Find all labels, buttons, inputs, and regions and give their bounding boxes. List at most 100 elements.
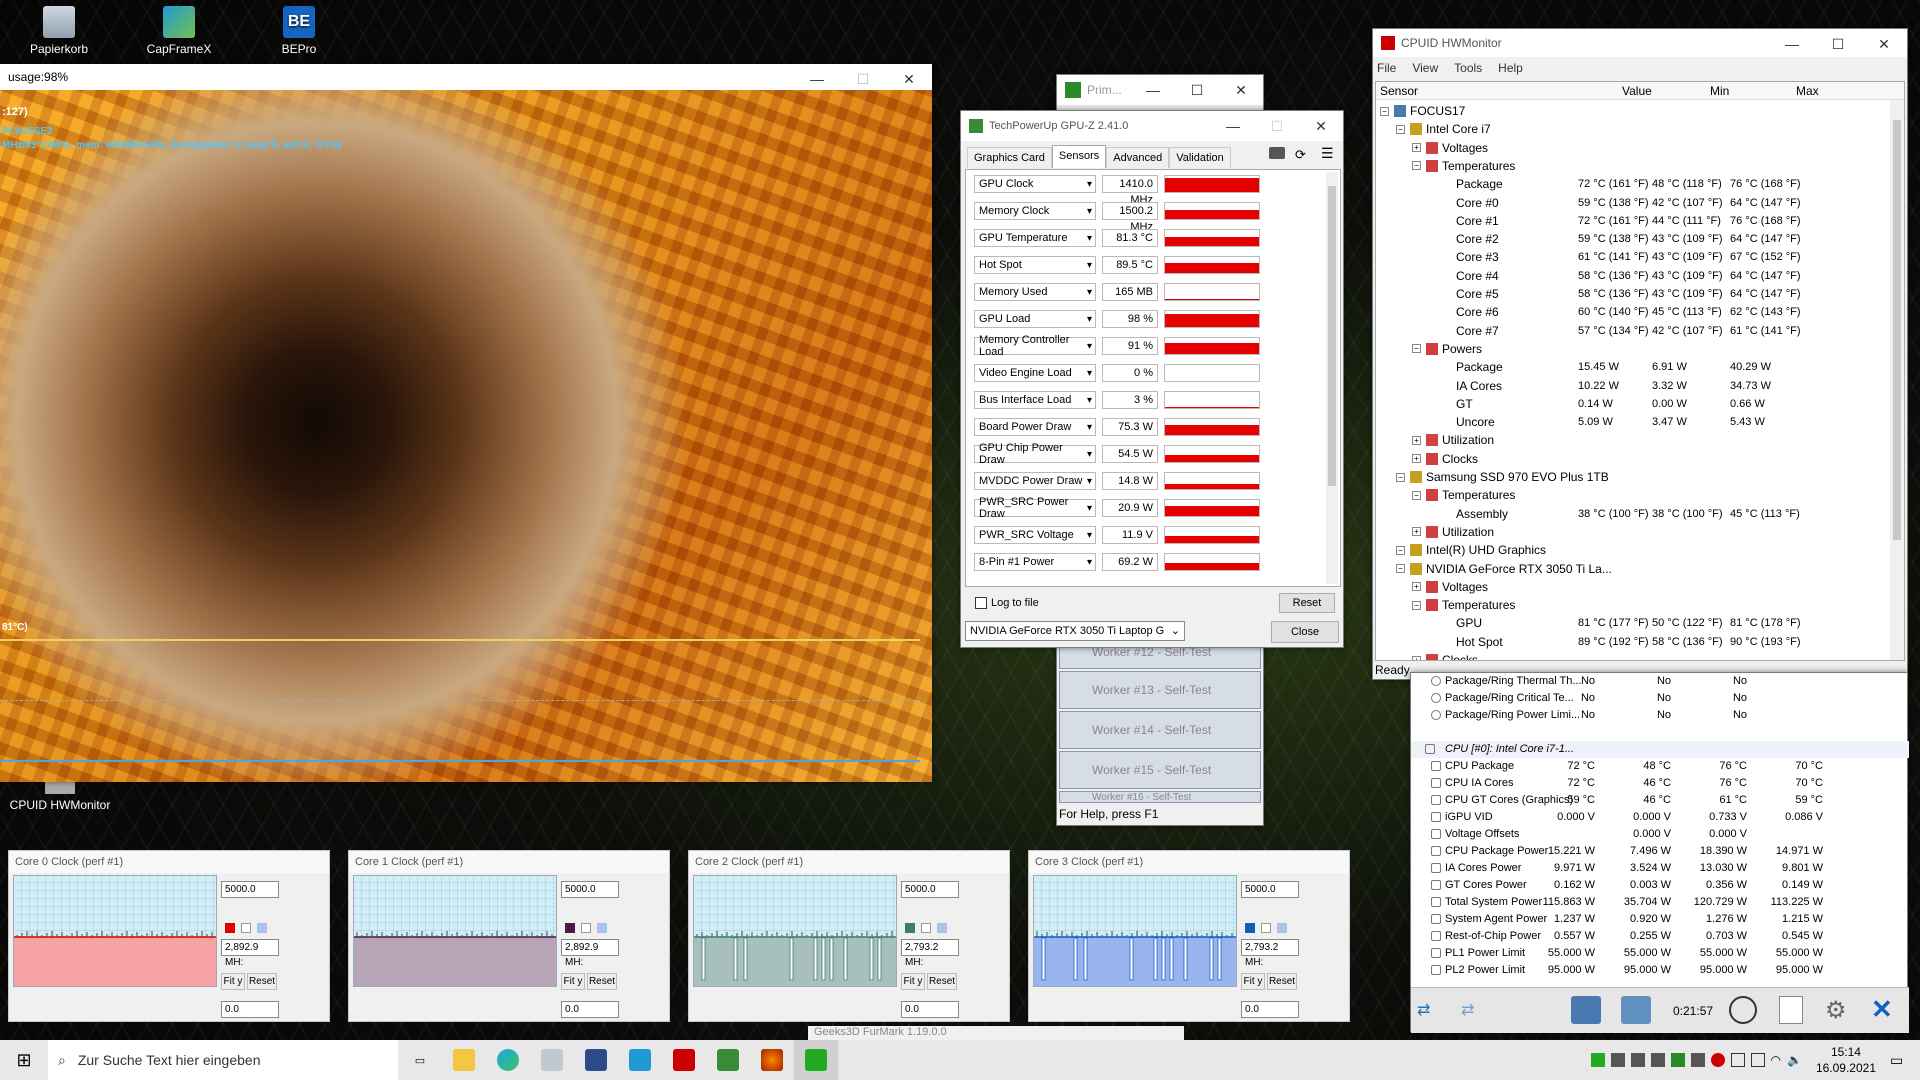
tray-sensor-icon[interactable]	[1650, 1053, 1665, 1067]
expand-toggle-icon[interactable]: −	[1412, 600, 1421, 610]
sensor-name-select[interactable]: GPU Clock	[974, 175, 1096, 193]
tray-gpu-icon[interactable]	[1590, 1053, 1605, 1067]
minimize-button[interactable]: —	[1211, 111, 1255, 141]
expand-toggle-icon[interactable]: −	[1396, 124, 1405, 134]
series-color-swatch[interactable]	[921, 923, 931, 933]
sensor-row[interactable]: Package/Ring Power Limi... No No No	[1411, 707, 1909, 724]
tree-row[interactable]: − Temperatures	[1376, 157, 1888, 175]
tree-row[interactable]: + Voltages	[1376, 139, 1888, 157]
tree-row[interactable]: Hot Spot 89 °C (192 °F) 58 °C (136 °F) 90 °…	[1376, 633, 1888, 651]
taskbar-explorer[interactable]	[442, 1040, 486, 1080]
tree-row[interactable]: Assembly 38 °C (100 °F) 38 °C (100 °F) 45 °…	[1376, 505, 1888, 523]
tree-row[interactable]: + Clocks	[1376, 450, 1888, 468]
sensor-row[interactable]: PL2 Power Limit 95.000 W 95.000 W 95.000 W 9…	[1411, 962, 1909, 979]
tray-sensor-icon[interactable]	[1690, 1053, 1705, 1067]
expand-toggle-icon[interactable]: −	[1396, 472, 1405, 482]
minimize-button[interactable]: —	[1131, 75, 1175, 105]
taskbar-hwmonitor[interactable]	[662, 1040, 706, 1080]
sensor-row[interactable]: Package/Ring Thermal Th... No No No	[1411, 673, 1909, 690]
tree-row[interactable]: + Voltages	[1376, 578, 1888, 596]
maximize-button[interactable]: ☐	[1175, 75, 1219, 105]
taskbar-edge[interactable]	[486, 1040, 530, 1080]
furmark-window[interactable]: usage:98% — ☐ ✕ :127) PCIe/SSE2 MHz/81°C…	[0, 64, 932, 782]
sensor-name-select[interactable]: GPU Load	[974, 310, 1096, 328]
sensor-row[interactable]: Rest-of-Chip Power 0.557 W 0.255 W 0.703 W 0…	[1411, 928, 1909, 945]
close-icon[interactable]: ✕	[1871, 994, 1893, 1025]
close-button[interactable]: ✕	[1299, 111, 1343, 141]
perf-graph-window[interactable]: Core 0 Clock (perf #1) 5000.0 2,892.9 MH: F…	[8, 850, 330, 1022]
graph-min-input[interactable]: 0.0	[1241, 1001, 1299, 1018]
tree-row[interactable]: GT 0.14 W 0.00 W 0.66 W	[1376, 395, 1888, 413]
expand-toggle-icon[interactable]: −	[1412, 344, 1421, 354]
expand-toggle-icon[interactable]: −	[1412, 161, 1421, 171]
sensor-row[interactable]: CPU IA Cores 72 °C 46 °C 76 °C 70 °C	[1411, 775, 1909, 792]
network-icon[interactable]	[1730, 1053, 1745, 1067]
perf-graph-window[interactable]: Core 3 Clock (perf #1) 5000.0 2,793.2 MH: F…	[1028, 850, 1350, 1022]
sensor-row[interactable]: System Agent Power 1.237 W 0.920 W 1.276 W 1…	[1411, 911, 1909, 928]
gpu-select[interactable]: NVIDIA GeForce RTX 3050 Ti Laptop G ⌄	[965, 621, 1185, 641]
expand-toggle-icon[interactable]: +	[1412, 655, 1421, 660]
tree-row[interactable]: − FOCUS17	[1376, 102, 1888, 120]
task-view-button[interactable]: ▭	[398, 1040, 442, 1080]
sensor-name-select[interactable]: PWR_SRC Voltage	[974, 526, 1096, 544]
taskbar-furmark[interactable]	[750, 1040, 794, 1080]
sensor-row[interactable]: PL1 Power Limit 55.000 W 55.000 W 55.000 W 5…	[1411, 945, 1909, 962]
column-value[interactable]: Value	[1622, 84, 1652, 98]
series-color-swatch[interactable]	[597, 923, 607, 933]
expand-toggle-icon[interactable]: +	[1412, 435, 1421, 445]
tray-sensor-icon[interactable]	[1630, 1053, 1645, 1067]
reset-button[interactable]: Reset	[1279, 593, 1335, 613]
collapse-arrows-icon[interactable]: ⇄	[1461, 1000, 1497, 1020]
close-button[interactable]: ✕	[1219, 75, 1263, 105]
scrollbar[interactable]	[1890, 100, 1904, 660]
graph-max-input[interactable]: 5000.0	[901, 881, 959, 898]
menu-file[interactable]: File	[1377, 61, 1396, 75]
tree-row[interactable]: Core #5 58 °C (136 °F) 43 °C (109 °F) 64 °C…	[1376, 285, 1888, 303]
tab-sensors[interactable]: Sensors	[1051, 145, 1107, 168]
prime95-worker[interactable]: Worker #14 - Self-Test	[1059, 711, 1261, 749]
clock-icon[interactable]	[1729, 996, 1757, 1024]
sensor-name-select[interactable]: Hot Spot	[974, 256, 1096, 274]
expand-toggle-icon[interactable]: +	[1412, 143, 1421, 153]
series-color-swatch[interactable]	[225, 923, 235, 933]
close-gpuz-button[interactable]: Close	[1271, 621, 1339, 643]
tree-row[interactable]: − Powers	[1376, 340, 1888, 358]
tree-row[interactable]: − Temperatures	[1376, 486, 1888, 504]
taskbar-capframex[interactable]	[618, 1040, 662, 1080]
expand-toggle-icon[interactable]: +	[1412, 454, 1421, 464]
sensor-name-select[interactable]: 8-Pin #1 Power	[974, 553, 1096, 571]
battery-icon[interactable]	[1750, 1053, 1765, 1067]
sensor-name-select[interactable]: Memory Controller Load	[974, 334, 1096, 358]
fit-y-button[interactable]: Fit y	[221, 973, 245, 990]
graph-max-input[interactable]: 5000.0	[561, 881, 619, 898]
desktop-icon-recycle-bin[interactable]: Papierkorb	[14, 6, 104, 56]
start-button[interactable]: ⊞	[0, 1040, 48, 1080]
tree-row[interactable]: Core #4 58 °C (136 °F) 43 °C (109 °F) 64 °C…	[1376, 267, 1888, 285]
expand-toggle-icon[interactable]: −	[1380, 106, 1389, 116]
menu-help[interactable]: Help	[1498, 61, 1523, 75]
sensor-row[interactable]: CPU Package Power 15.221 W 7.496 W 18.390 W…	[1411, 843, 1909, 860]
sensor-row[interactable]: Package/Ring Critical Te... No No No	[1411, 690, 1909, 707]
prime95-titlebar[interactable]: Prim... — ☐ ✕	[1057, 75, 1263, 105]
tree-row[interactable]: GPU 81 °C (177 °F) 50 °C (122 °F) 81 °C (17…	[1376, 614, 1888, 632]
tree-row[interactable]: IA Cores 10.22 W 3.32 W 34.73 W	[1376, 377, 1888, 395]
scrollbar-thumb[interactable]	[1893, 120, 1901, 540]
sensor-name-select[interactable]: GPU Chip Power Draw	[974, 442, 1096, 466]
tree-row[interactable]: + Utilization	[1376, 431, 1888, 449]
expand-toggle-icon[interactable]: +	[1412, 527, 1421, 537]
tree-row[interactable]: − Intel(R) UHD Graphics	[1376, 541, 1888, 559]
tree-row[interactable]: Core #7 57 °C (134 °F) 42 °C (107 °F) 61 °C…	[1376, 322, 1888, 340]
tree-row[interactable]: − Temperatures	[1376, 596, 1888, 614]
reset-button[interactable]: Reset	[1267, 973, 1297, 990]
tray-sensor-icon[interactable]	[1610, 1053, 1625, 1067]
prime95-worker[interactable]: Worker #16 - Self-Test	[1059, 791, 1261, 803]
tab-validation[interactable]: Validation	[1169, 147, 1231, 168]
search-box[interactable]: ⌕ Zur Suche Text hier eingeben	[48, 1040, 398, 1080]
column-min[interactable]: Min	[1710, 84, 1729, 98]
prime95-worker[interactable]: Worker #13 - Self-Test	[1059, 671, 1261, 709]
camera-icon[interactable]	[1269, 147, 1285, 159]
sensor-name-select[interactable]: Video Engine Load	[974, 364, 1096, 382]
sensor-name-select[interactable]: Memory Clock	[974, 202, 1096, 220]
series-color-swatch[interactable]	[241, 923, 251, 933]
column-sensor[interactable]: Sensor	[1380, 84, 1418, 98]
